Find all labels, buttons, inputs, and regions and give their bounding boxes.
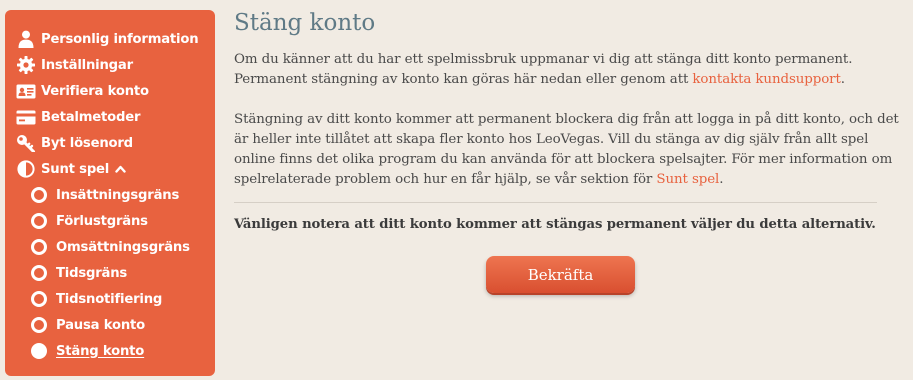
chevron-up-icon[interactable]	[115, 165, 126, 173]
sidebar-item-verify-account[interactable]: Verifiera konto	[5, 78, 215, 104]
sidebar-subitem-wager-limit[interactable]: Omsättningsgräns	[5, 234, 215, 260]
sidebar-subitem-label: Tidsgräns	[56, 265, 128, 281]
sidebar-subitem-label: Pausa konto	[56, 317, 145, 333]
circle-icon	[31, 239, 47, 255]
sidebar-item-label: Verifiera konto	[41, 83, 149, 99]
sidebar-subitem-label: Tidsnotifiering	[56, 291, 163, 307]
sidebar-item-personal-info[interactable]: Personlig information	[5, 26, 215, 52]
sidebar-item-responsible-gaming[interactable]: Sunt spel	[5, 156, 215, 182]
page-title: Stäng konto	[234, 10, 376, 36]
confirm-button[interactable]: Bekräfta	[486, 256, 635, 293]
button-row: Bekräfta	[234, 256, 904, 293]
circle-icon	[31, 291, 47, 307]
sidebar-subitem-label: Stäng konto	[56, 343, 145, 359]
sidebar-item-change-password[interactable]: Byt lösenord	[5, 130, 215, 156]
contact-support-link[interactable]: kontakta kundsupport	[692, 72, 840, 87]
sidebar-item-label: Betalmetoder	[41, 109, 141, 125]
sidebar-subitem-label: Omsättningsgräns	[56, 239, 190, 255]
intro-paragraph: Om du känner att du har ett spelmissbruk…	[234, 50, 904, 90]
info-text: Stängning av ditt konto kommer att perma…	[234, 112, 899, 187]
sidebar-item-label: Sunt spel	[41, 161, 110, 177]
info-text-end: .	[719, 172, 724, 187]
circle-icon	[31, 265, 47, 281]
sidebar-item-payment-methods[interactable]: Betalmetoder	[5, 104, 215, 130]
sidebar-subitem-deposit-limit[interactable]: Insättningsgräns	[5, 182, 215, 208]
sidebar-subitem-time-limit[interactable]: Tidsgräns	[5, 260, 215, 286]
circle-icon	[31, 213, 47, 229]
key-icon	[16, 133, 36, 153]
id-card-icon	[16, 81, 36, 101]
user-icon	[16, 29, 36, 49]
sidebar-item-settings[interactable]: Inställningar	[5, 52, 215, 78]
filled-circle-icon	[31, 343, 47, 359]
circle-icon	[31, 317, 47, 333]
gear-icon	[16, 55, 36, 75]
sidebar-item-label: Byt lösenord	[41, 135, 133, 151]
sidebar-subitem-pause-account[interactable]: Pausa konto	[5, 312, 215, 338]
sidebar-subitem-label: Insättningsgräns	[56, 187, 180, 203]
page: Personlig information Inställningar Veri…	[0, 0, 913, 380]
circle-icon	[31, 187, 47, 203]
half-circle-icon	[16, 159, 36, 179]
responsible-gaming-link[interactable]: Sunt spel	[656, 172, 719, 187]
warning-notice: Vänligen notera att ditt konto kommer at…	[234, 217, 876, 232]
intro-text-end: .	[840, 72, 845, 87]
sidebar-item-label: Personlig information	[41, 31, 199, 47]
sidebar-subitem-label: Förlustgräns	[56, 213, 148, 229]
main-content: Stäng konto Om du känner att du har ett …	[234, 0, 904, 293]
credit-card-icon	[16, 107, 36, 127]
sidebar-subitem-close-account[interactable]: Stäng konto	[5, 338, 215, 364]
sidebar-subitem-time-notification[interactable]: Tidsnotifiering	[5, 286, 215, 312]
sidebar-item-label: Inställningar	[41, 57, 133, 73]
sidebar-subitem-loss-limit[interactable]: Förlustgräns	[5, 208, 215, 234]
divider	[234, 202, 877, 203]
sidebar: Personlig information Inställningar Veri…	[5, 10, 215, 376]
info-paragraph: Stängning av ditt konto kommer att perma…	[234, 110, 904, 190]
